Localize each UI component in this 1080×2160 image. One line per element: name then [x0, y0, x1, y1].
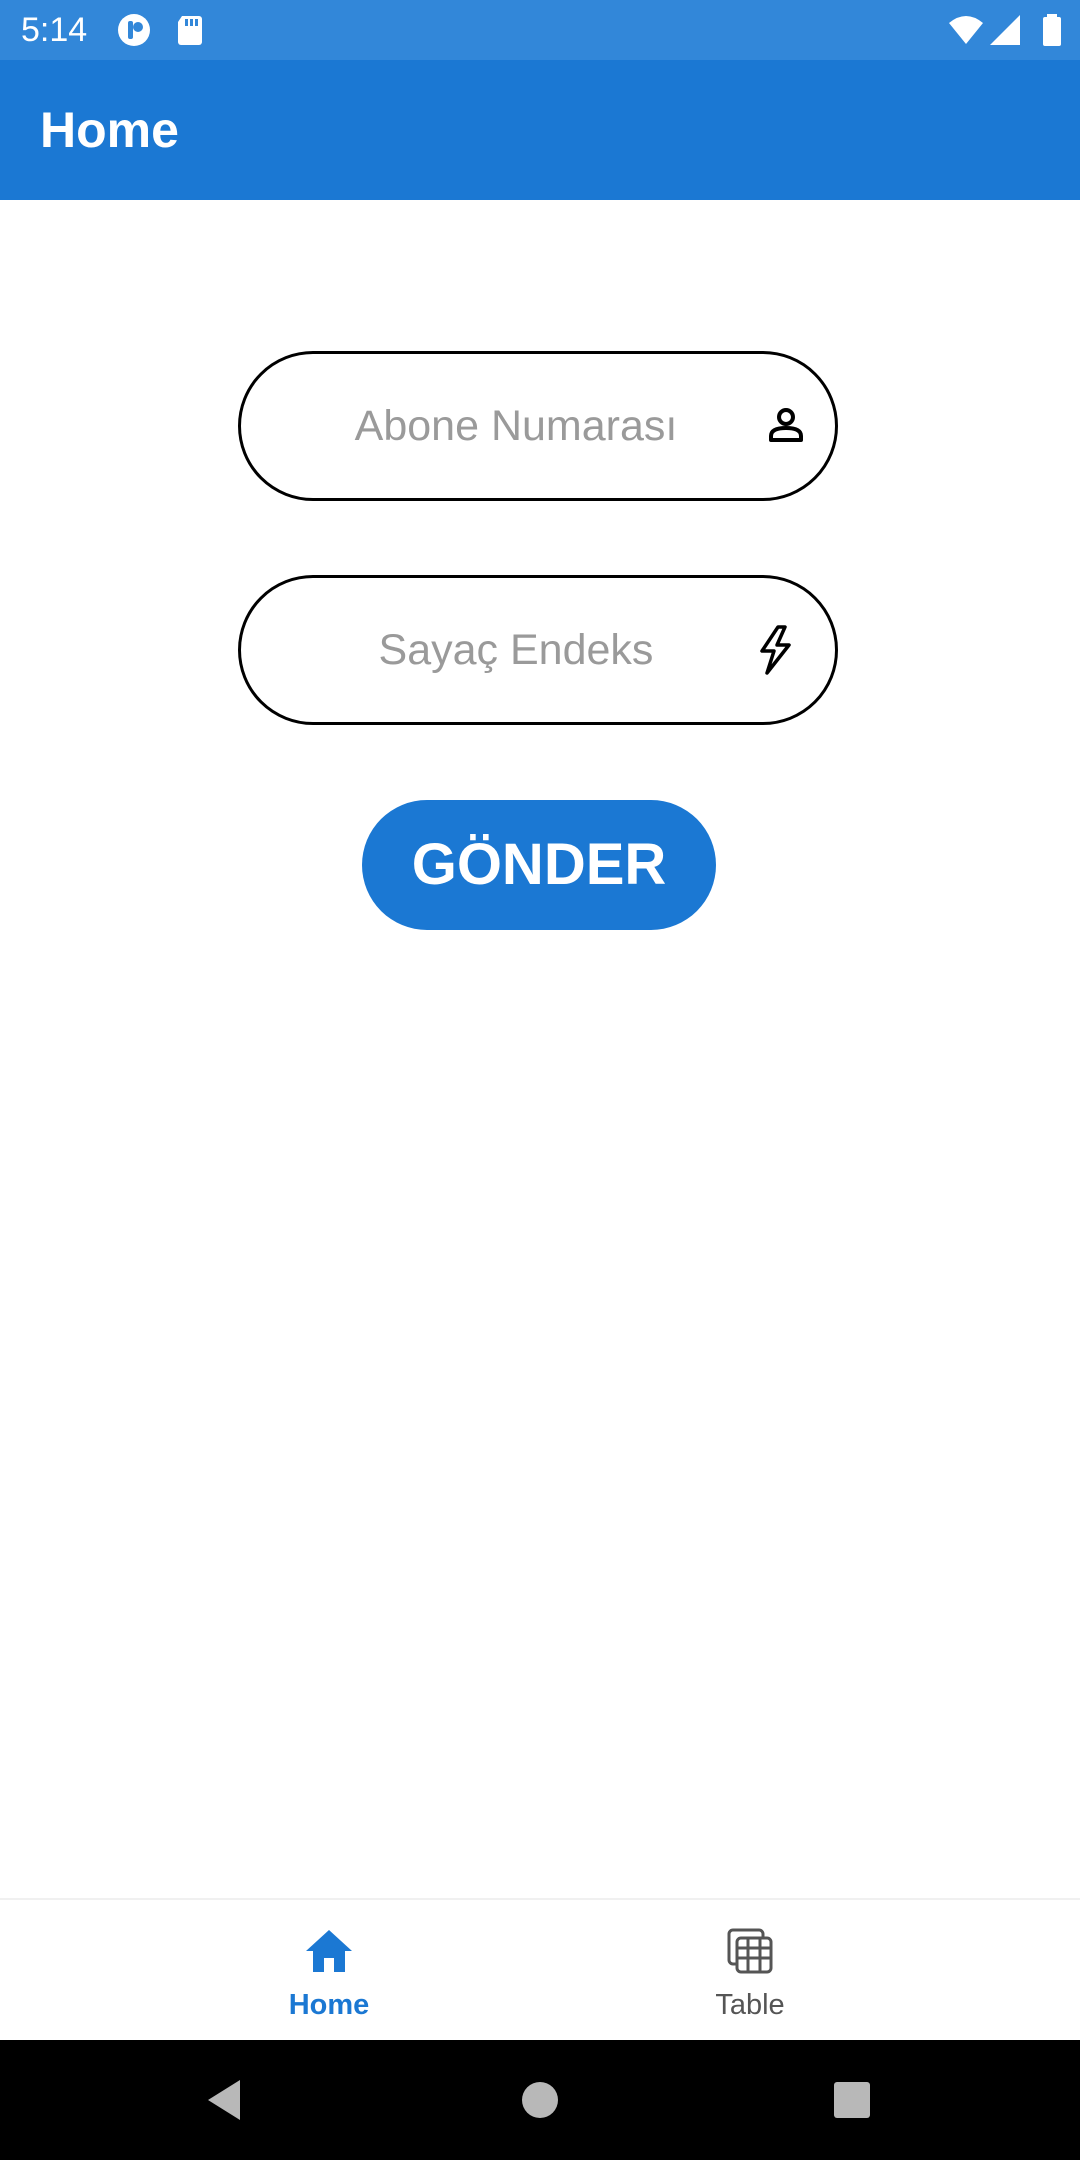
wifi-icon — [949, 16, 983, 44]
battery-icon — [1043, 14, 1061, 46]
bottom-nav: Home Table — [0, 1898, 1080, 2040]
person-icon — [769, 408, 803, 442]
table-icon — [727, 1928, 773, 1974]
cellular-signal-icon — [990, 15, 1020, 45]
nav-item-table[interactable]: Table — [600, 1900, 900, 2040]
home-icon — [306, 1930, 352, 1972]
meter-index-field[interactable] — [238, 575, 838, 725]
page-title: Home — [40, 102, 179, 158]
app-notification-icon — [118, 14, 150, 46]
status-time: 5:14 — [21, 11, 88, 49]
sd-card-icon — [178, 16, 202, 45]
nav-label-table: Table — [715, 1989, 785, 2021]
lightning-bolt-icon — [760, 625, 791, 675]
status-bar: 5:14 — [0, 0, 1080, 60]
app-bar: Home — [0, 60, 1080, 200]
nav-label-home: Home — [288, 1989, 370, 2021]
system-nav-bar — [0, 2040, 1080, 2160]
nav-item-home[interactable]: Home — [179, 1900, 479, 2040]
subscriber-number-field[interactable] — [238, 351, 838, 501]
subscriber-number-input[interactable] — [281, 354, 751, 498]
meter-index-input[interactable] — [281, 578, 751, 722]
back-icon[interactable] — [200, 2074, 252, 2126]
submit-button[interactable]: GÖNDER — [362, 800, 716, 930]
recents-icon[interactable] — [826, 2074, 878, 2126]
home-circle-icon[interactable] — [514, 2074, 566, 2126]
